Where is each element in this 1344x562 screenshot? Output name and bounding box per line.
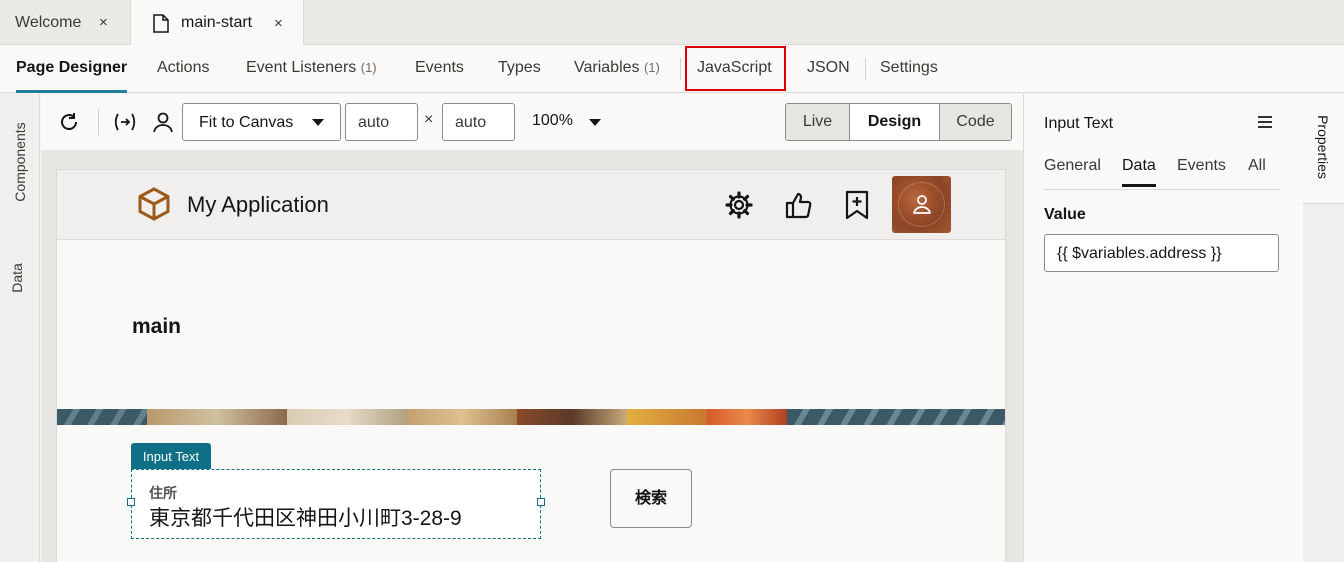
tab-label: Welcome <box>15 13 82 31</box>
subnav-label: JSON <box>807 59 850 76</box>
times-separator: × <box>424 111 434 128</box>
field-label: 住所 <box>149 485 177 501</box>
props-tab-all[interactable]: All <box>1248 157 1266 184</box>
rail-tab-components[interactable]: Components <box>12 119 28 205</box>
mode-design-button[interactable]: Design <box>850 104 940 140</box>
user-icon[interactable] <box>151 110 175 134</box>
subnav-label: Page Designer <box>16 59 128 76</box>
document-tabstrip: Welcome × main-start × <box>0 0 1344 46</box>
divider <box>1044 189 1280 190</box>
subnav-label: Types <box>498 59 541 76</box>
left-rail: Components Data <box>0 94 40 562</box>
tab-label: main-start <box>181 14 253 31</box>
rail-tab-properties[interactable]: Properties <box>1303 94 1344 204</box>
subnav-page-designer[interactable]: Page Designer <box>16 45 128 93</box>
props-tab-data[interactable]: Data <box>1122 157 1156 187</box>
subnav-events[interactable]: Events <box>415 45 464 93</box>
properties-title: Input Text <box>1044 115 1114 132</box>
value-label: Value <box>1044 206 1086 223</box>
canvas-height-input[interactable]: auto <box>442 103 515 141</box>
file-icon <box>153 13 169 33</box>
close-icon[interactable]: × <box>99 14 108 31</box>
subnav-variables[interactable]: Variables (1) <box>574 45 660 93</box>
menu-icon[interactable] <box>1258 115 1272 129</box>
refresh-icon[interactable] <box>57 110 81 134</box>
canvas-width-input[interactable]: auto <box>345 103 418 141</box>
tab-welcome[interactable]: Welcome × <box>0 0 130 45</box>
tab-main-start[interactable]: main-start × <box>130 0 304 46</box>
avatar[interactable] <box>892 176 951 233</box>
subnav-actions[interactable]: Actions <box>157 45 209 93</box>
resize-handle-right[interactable] <box>537 498 545 506</box>
props-tab-general[interactable]: General <box>1044 157 1101 184</box>
caret-down-icon <box>312 119 324 126</box>
bookmark-add-icon[interactable] <box>841 189 873 221</box>
select-value: Fit to Canvas <box>199 114 294 131</box>
divider <box>98 109 99 135</box>
variable-icon[interactable] <box>113 110 137 134</box>
subnav-event-listeners[interactable]: Event Listeners (1) <box>246 45 377 93</box>
view-mode-toggle: Live Design Code <box>785 103 1012 141</box>
caret-down-icon[interactable] <box>589 119 601 126</box>
app-header[interactable]: My Application <box>57 170 1005 240</box>
app-title: My Application <box>187 192 329 217</box>
gear-icon[interactable] <box>723 189 755 221</box>
thumbs-up-icon[interactable] <box>783 189 815 221</box>
subnav-label: Variables <box>574 59 640 76</box>
field-value: 東京都千代田区神田小川町3-28-9 <box>149 507 462 530</box>
resize-handle-left[interactable] <box>127 498 135 506</box>
divider <box>865 58 866 80</box>
subnav-label: Settings <box>880 59 938 76</box>
rail-tab-data[interactable]: Data <box>9 258 25 298</box>
fit-to-canvas-select[interactable]: Fit to Canvas <box>182 103 341 141</box>
count-badge: (1) <box>643 60 660 75</box>
close-icon[interactable]: × <box>274 15 283 32</box>
zoom-level[interactable]: 100% <box>532 112 573 130</box>
mode-code-button[interactable]: Code <box>940 104 1011 140</box>
designer-subnav: Page Designer Actions Event Listeners (1… <box>0 45 1344 93</box>
divider <box>680 58 681 80</box>
page-heading: main <box>132 315 182 338</box>
subnav-label: Actions <box>157 59 210 76</box>
subnav-label: Events <box>415 59 464 76</box>
decorative-banner <box>57 409 1005 425</box>
address-input[interactable]: 住所 東京都千代田区神田小川町3-28-9 <box>127 469 545 539</box>
subnav-types[interactable]: Types <box>498 45 541 93</box>
user-icon <box>913 195 931 214</box>
right-rail: Properties <box>1303 94 1344 562</box>
rail-tab-label: Properties <box>1315 115 1331 179</box>
subnav-settings[interactable]: Settings <box>880 45 938 93</box>
count-badge: (1) <box>360 60 377 75</box>
highlight-box <box>685 46 786 91</box>
designer-toolbar: Fit to Canvas auto × auto 100% Live Desi… <box>41 94 1023 150</box>
search-button[interactable]: 検索 <box>610 469 692 528</box>
properties-panel: Input Text General Data Events All Value… <box>1023 94 1303 562</box>
mode-live-button[interactable]: Live <box>786 104 850 140</box>
value-input[interactable]: {{ $variables.address }} <box>1044 234 1279 272</box>
component-badge: Input Text <box>131 443 211 469</box>
subnav-json[interactable]: JSON <box>807 45 850 93</box>
subnav-label: Event Listeners <box>246 59 357 76</box>
props-tab-events[interactable]: Events <box>1177 157 1226 184</box>
app-logo-icon <box>138 187 170 221</box>
